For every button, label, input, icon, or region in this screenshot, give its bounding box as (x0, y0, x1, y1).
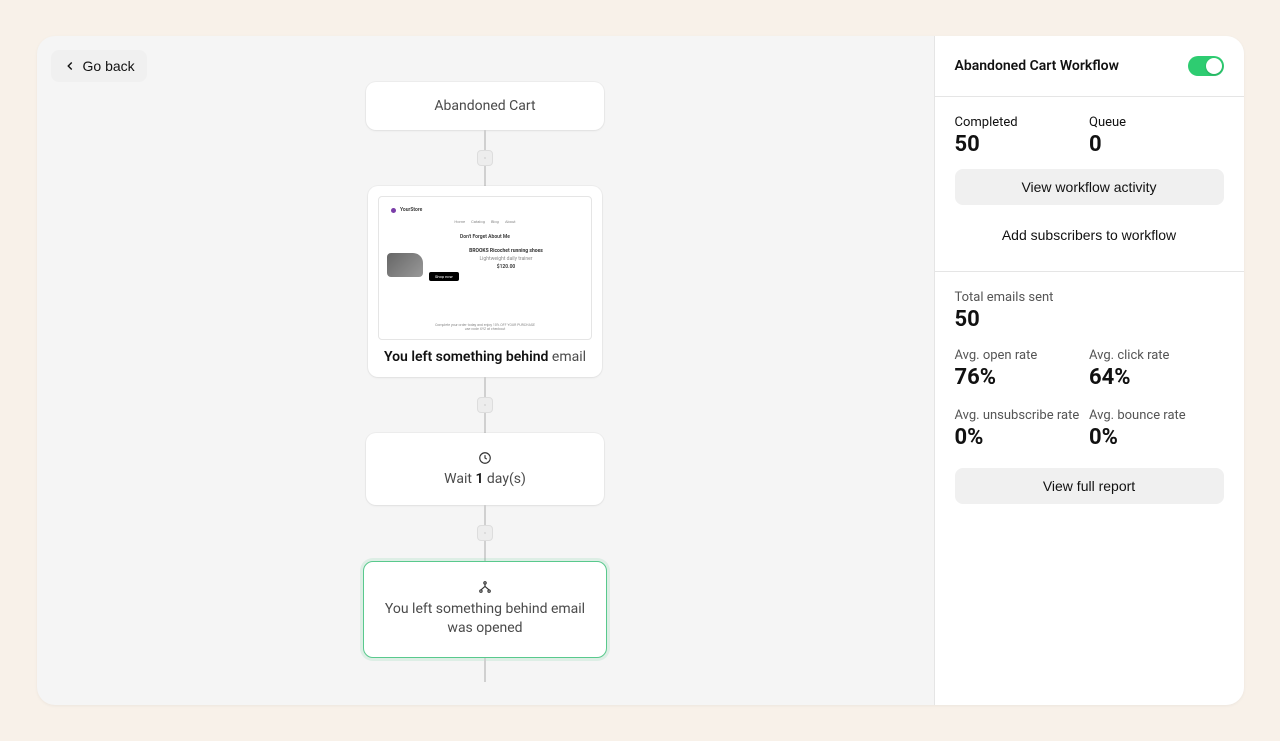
add-step-button[interactable] (477, 150, 493, 166)
workflow-canvas: Go back Abandoned Cart YourStore Home (37, 36, 934, 705)
connector (484, 166, 486, 186)
thumb-cta: Shop now (429, 272, 459, 281)
plus-icon (484, 400, 486, 410)
shoe-image-icon (387, 253, 423, 277)
sidebar-header: Abandoned Cart Workflow (935, 36, 1244, 97)
connector (484, 130, 486, 150)
wait-text: Wait 1 day(s) (444, 471, 526, 487)
sidebar: Abandoned Cart Workflow Completed 50 Que… (934, 36, 1244, 705)
total-sent-label: Total emails sent (955, 290, 1224, 305)
condition-node[interactable]: You left something behind email was open… (363, 561, 607, 658)
thumb-footer-line: use code XYZ at checkout (387, 327, 583, 331)
thumb-product-price: $120.00 (429, 264, 583, 270)
open-rate-label: Avg. open rate (955, 348, 1090, 363)
trigger-node[interactable]: Abandoned Cart (366, 82, 604, 130)
email-node-title: You left something behind email (378, 348, 592, 367)
connector (484, 541, 486, 561)
click-rate-value: 64% (1089, 365, 1224, 390)
app-frame: Go back Abandoned Cart YourStore Home (37, 36, 1244, 705)
click-rate-label: Avg. click rate (1089, 348, 1224, 363)
thumb-headline: Don't Forget About Me (387, 234, 583, 240)
connector (484, 505, 486, 525)
thumb-product-desc: Lightweight daily trainer (429, 256, 583, 262)
thumb-brand: YourStore (400, 207, 422, 213)
bounce-rate-label: Avg. bounce rate (1089, 408, 1224, 423)
queue-value: 0 (1089, 132, 1224, 157)
add-step-button[interactable] (477, 397, 493, 413)
thumb-nav-item: Home (454, 219, 465, 224)
add-step-button[interactable] (477, 525, 493, 541)
email-title-strong: You left something behind (384, 349, 549, 365)
thumb-nav-item: About (505, 219, 516, 224)
view-activity-button[interactable]: View workflow activity (955, 169, 1224, 205)
sidebar-stats-block: Total emails sent 50 Avg. open rate 76% … (935, 272, 1244, 522)
thumb-nav-item: Blog (491, 219, 499, 224)
thumb-product-name: BROOKS Ricochet running shoes (429, 248, 583, 254)
branch-icon (478, 580, 492, 594)
completed-label: Completed (955, 115, 1090, 130)
wait-prefix: Wait (444, 471, 475, 487)
bounce-rate-value: 0% (1089, 425, 1224, 450)
completed-value: 50 (955, 132, 1090, 157)
unsub-rate-value: 0% (955, 425, 1090, 450)
go-back-label: Go back (83, 58, 135, 74)
thumb-footer: Complete your order today and enjoy 10% … (387, 323, 583, 331)
wait-node[interactable]: Wait 1 day(s) (366, 433, 604, 505)
email-title-suffix: email (548, 349, 586, 365)
queue-label: Queue (1089, 115, 1224, 130)
email-node[interactable]: YourStore Home Catalog Blog About Don't … (368, 186, 602, 377)
wait-suffix: day(s) (483, 471, 525, 487)
total-sent-value: 50 (955, 307, 1224, 332)
connector (484, 413, 486, 433)
go-back-button[interactable]: Go back (51, 50, 147, 82)
plus-icon (484, 153, 486, 163)
unsub-rate-label: Avg. unsubscribe rate (955, 408, 1090, 423)
thumb-nav: Home Catalog Blog About (387, 219, 583, 224)
thumb-nav-item: Catalog (471, 219, 485, 224)
chevron-left-icon (63, 59, 77, 73)
email-thumbnail: YourStore Home Catalog Blog About Don't … (378, 196, 592, 340)
workflow-title: Abandoned Cart Workflow (955, 58, 1119, 74)
view-full-report-button[interactable]: View full report (955, 468, 1224, 504)
trigger-label: Abandoned Cart (434, 98, 535, 114)
plus-icon (484, 528, 486, 538)
connector (484, 658, 486, 682)
clock-icon (478, 451, 492, 465)
brand-logo-icon (391, 208, 396, 213)
sidebar-activity-block: Completed 50 Queue 0 View workflow activ… (935, 97, 1244, 272)
condition-text: You left something behind email was open… (378, 600, 592, 639)
add-subscribers-button[interactable]: Add subscribers to workflow (955, 217, 1224, 253)
thumb-product: BROOKS Ricochet running shoes Lightweigh… (387, 248, 583, 281)
workflow-flow: Abandoned Cart YourStore Home Catalog Bl… (37, 82, 934, 705)
workflow-active-toggle[interactable] (1188, 56, 1224, 76)
connector (484, 377, 486, 397)
open-rate-value: 76% (955, 365, 1090, 390)
